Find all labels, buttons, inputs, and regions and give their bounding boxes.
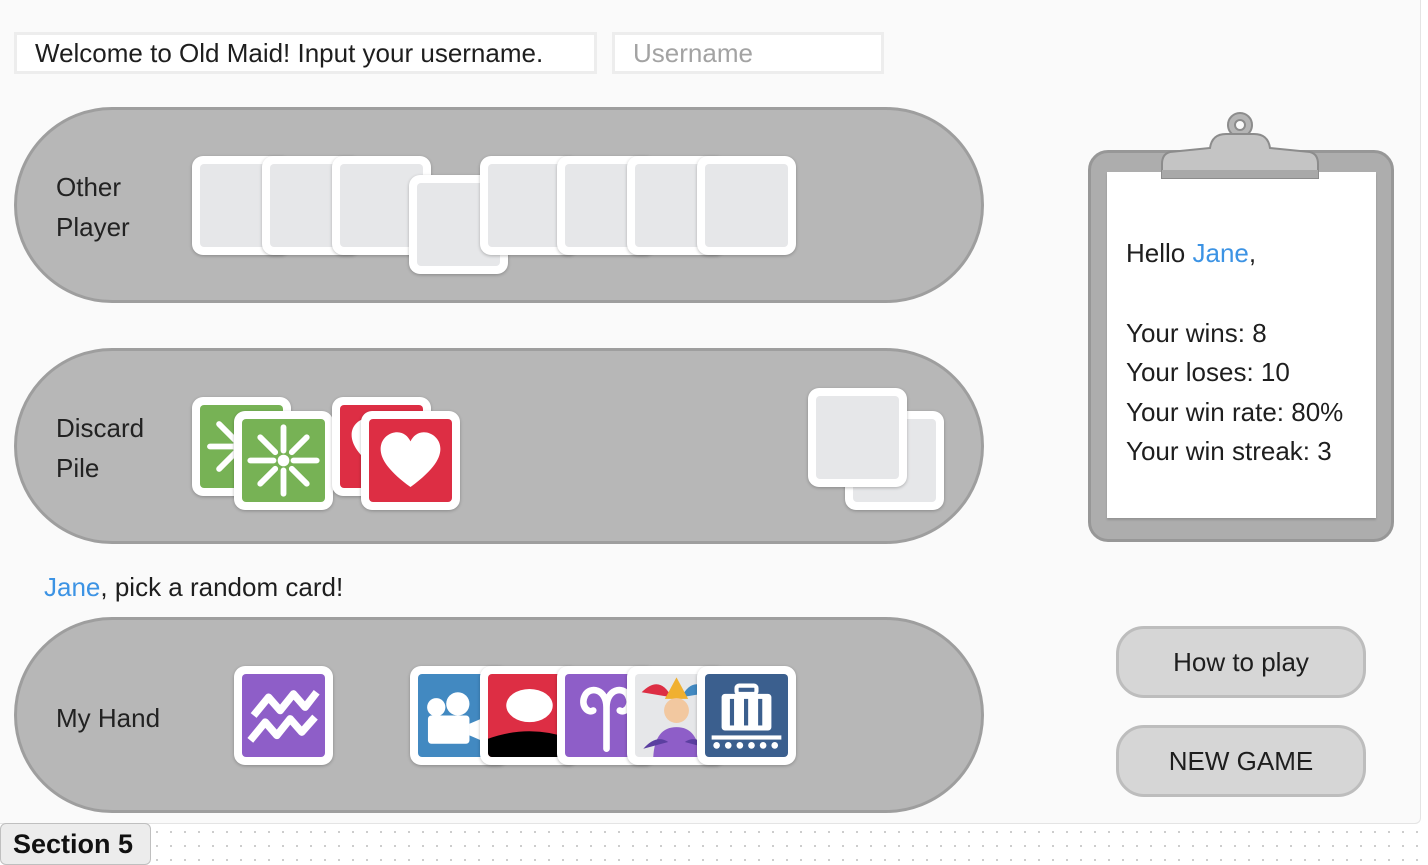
- greeting: Hello Jane,: [1126, 238, 1257, 268]
- win-rate-stat: Your win rate: 80%: [1126, 396, 1344, 427]
- player-name: Jane: [1192, 238, 1249, 268]
- my-hand-label: My Hand: [56, 703, 161, 733]
- opponent-card-back[interactable]: [697, 156, 796, 255]
- aquarius-card-icon: [242, 674, 325, 757]
- discard-card: [361, 411, 460, 510]
- clipboard-clip-icon: [1160, 110, 1320, 180]
- new-game-button[interactable]: NEW GAME: [1116, 725, 1366, 797]
- stats-clipboard: Hello Jane, Your wins: 8 Your loses: 10 …: [1088, 150, 1394, 542]
- stats-text: Hello Jane, Your wins: 8 Your loses: 10 …: [1126, 234, 1343, 472]
- stats-paper: Hello Jane, Your wins: 8 Your loses: 10 …: [1107, 172, 1376, 518]
- loses-stat: Your loses: 10: [1126, 357, 1290, 387]
- win-streak-stat: Your win streak: 3: [1126, 436, 1332, 466]
- welcome-message: Welcome to Old Maid! Input your username…: [14, 32, 597, 74]
- player-name: Jane: [44, 572, 101, 602]
- heart-card-icon: [369, 419, 452, 502]
- hand-card[interactable]: [234, 666, 333, 765]
- discard-card: [234, 411, 333, 510]
- username-input[interactable]: Username: [612, 32, 884, 74]
- how-to-play-button[interactable]: How to play: [1116, 626, 1366, 698]
- draw-stack-card[interactable]: [808, 388, 907, 487]
- other-player-label: Other Player: [56, 172, 130, 242]
- canvas-dot-grid: [150, 825, 1428, 865]
- section-tab[interactable]: Section 5: [0, 823, 151, 865]
- asterisk-card-icon: [242, 419, 325, 502]
- wins-stat: Your wins: 8: [1126, 317, 1267, 348]
- hand-card[interactable]: [697, 666, 796, 765]
- discard-pile-label: Discard Pile: [56, 413, 145, 483]
- turn-prompt: Jane, pick a random card!: [44, 572, 344, 602]
- baggage-claim-card-icon: [705, 674, 788, 757]
